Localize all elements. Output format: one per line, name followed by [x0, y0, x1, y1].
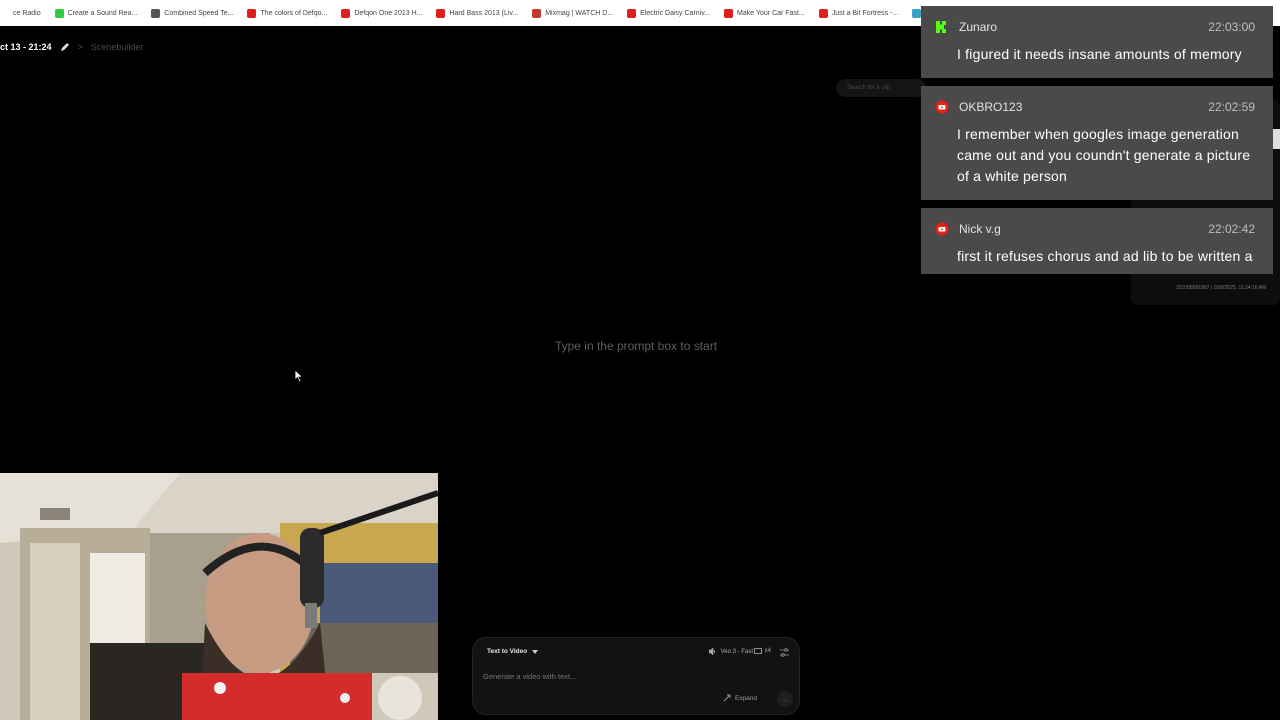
- audio-icon: [708, 648, 715, 655]
- webcam-overlay: [0, 473, 438, 720]
- empty-state-hint: Type in the prompt box to start: [554, 339, 718, 353]
- prompt-box: Text to Video Veo 3 - Fast x4 Expand →: [472, 637, 800, 715]
- bookmark-label: Hard Bass 2013 (Liv...: [449, 9, 519, 17]
- chat-text: I figured it needs insane amounts of mem…: [957, 46, 1242, 62]
- bookmark-item[interactable]: Combined Speed Te...: [151, 8, 234, 18]
- bookmark-item[interactable]: Mixmag | WATCH D...: [532, 8, 614, 18]
- bookmark-label: Create a Sound Rea...: [67, 9, 138, 17]
- settings-sliders-icon[interactable]: [779, 647, 790, 658]
- bookmark-favicon-icon: [151, 8, 161, 18]
- bookmark-item[interactable]: ce Radio: [0, 8, 41, 18]
- bookmark-item[interactable]: Defqon One 2013 H...: [341, 8, 423, 18]
- scenebuilder-link[interactable]: Scenebuilder: [91, 42, 144, 52]
- chat-username: OKBRO123: [959, 100, 1023, 114]
- youtube-logo-icon: [935, 222, 949, 236]
- bookmark-label: The colors of Defqo...: [260, 9, 328, 17]
- bookmark-item[interactable]: Make Your Car Fast...: [724, 8, 805, 18]
- youtube-logo-icon: [935, 100, 949, 114]
- chat-timestamp: 22:02:42: [1208, 222, 1255, 236]
- mode-dropdown[interactable]: Text to Video: [487, 648, 539, 655]
- bookmark-favicon-icon: [436, 8, 446, 18]
- bookmark-label: Mixmag | WATCH D...: [545, 9, 614, 17]
- send-button[interactable]: →: [777, 691, 793, 707]
- bookmark-label: Electric Daisy Carniv...: [640, 9, 711, 17]
- search-placeholder: Search for a clip: [847, 85, 891, 91]
- bookmark-item[interactable]: Create a Sound Rea...: [54, 8, 138, 18]
- chat-username: Nick v.g: [959, 222, 1001, 236]
- bookmark-item[interactable]: Electric Daisy Carniv...: [627, 8, 711, 18]
- expand-icon: [723, 694, 731, 702]
- chat-message: Zunaro 22:03:00 I figured it needs insane …: [921, 6, 1273, 78]
- chat-message: OKBRO123 22:02:59 I remember when googles …: [921, 86, 1273, 200]
- frames-icon: [753, 648, 762, 654]
- chat-timestamp: 22:03:00: [1208, 20, 1255, 34]
- bookmark-label: Defqon One 2013 H...: [354, 9, 423, 17]
- bookmark-label: Combined Speed Te...: [164, 9, 234, 17]
- bookmark-label: Just a Bit Fortress -...: [831, 9, 899, 17]
- expand-label: Expand: [734, 694, 757, 702]
- bookmark-item[interactable]: Just a Bit Fortress -...: [818, 8, 899, 18]
- bookmark-favicon-icon: [818, 8, 828, 18]
- bookmark-favicon-icon: [247, 8, 257, 18]
- chat-username: Zunaro: [959, 20, 998, 34]
- bookmark-label: Make Your Car Fast...: [737, 9, 805, 17]
- output-count-selector[interactable]: x4: [753, 648, 771, 654]
- arrow-right-icon: →: [780, 694, 790, 704]
- chevron-right-icon: >: [77, 42, 83, 52]
- bookmark-favicon-icon: [627, 8, 637, 18]
- bookmark-favicon-icon: [54, 8, 64, 18]
- bookmark-favicon-icon: [532, 8, 542, 18]
- chat-text: I remember when googles image generation…: [957, 126, 1251, 184]
- count-label: x4: [764, 648, 771, 654]
- breadcrumb: ct 13 - 21:24 > Scenebuilder: [0, 40, 143, 54]
- bookmark-label: ce Radio: [13, 9, 41, 17]
- bookmark-favicon-icon: [0, 8, 9, 18]
- clip-id-text: 251008091807 | 10/8/2025, 11:24:16 AM: [1176, 285, 1267, 291]
- bookmark-favicon-icon: [912, 8, 922, 18]
- model-selector[interactable]: Veo 3 - Fast: [708, 648, 753, 655]
- expand-button[interactable]: Expand: [723, 694, 757, 702]
- chat-timestamp: 22:02:59: [1208, 100, 1255, 114]
- bookmark-item[interactable]: The colors of Defqo...: [247, 8, 328, 18]
- kick-logo-icon: [936, 21, 946, 33]
- clip-search-input[interactable]: Search for a clip: [836, 79, 926, 97]
- chat-overlay: Zunaro 22:03:00 I figured it needs insane …: [921, 6, 1273, 274]
- bookmark-item[interactable]: Hard Bass 2013 (Liv...: [436, 8, 519, 18]
- chat-message: Nick v.g 22:02:42 first it refuses chorus …: [921, 208, 1273, 274]
- bookmark-favicon-icon: [341, 8, 351, 18]
- chevron-down-icon: [532, 649, 539, 654]
- project-title[interactable]: ct 13 - 21:24: [0, 42, 52, 52]
- edit-pencil-icon[interactable]: [60, 42, 70, 52]
- mode-label: Text to Video: [487, 648, 528, 655]
- bookmark-favicon-icon: [724, 8, 734, 18]
- prompt-input[interactable]: [481, 668, 735, 684]
- model-label: Veo 3 - Fast: [720, 648, 753, 655]
- chat-text: first it refuses chorus and ad lib to be…: [957, 248, 1253, 264]
- mouse-cursor-icon: [294, 369, 304, 383]
- clip-thumbnail[interactable]: [1272, 129, 1280, 149]
